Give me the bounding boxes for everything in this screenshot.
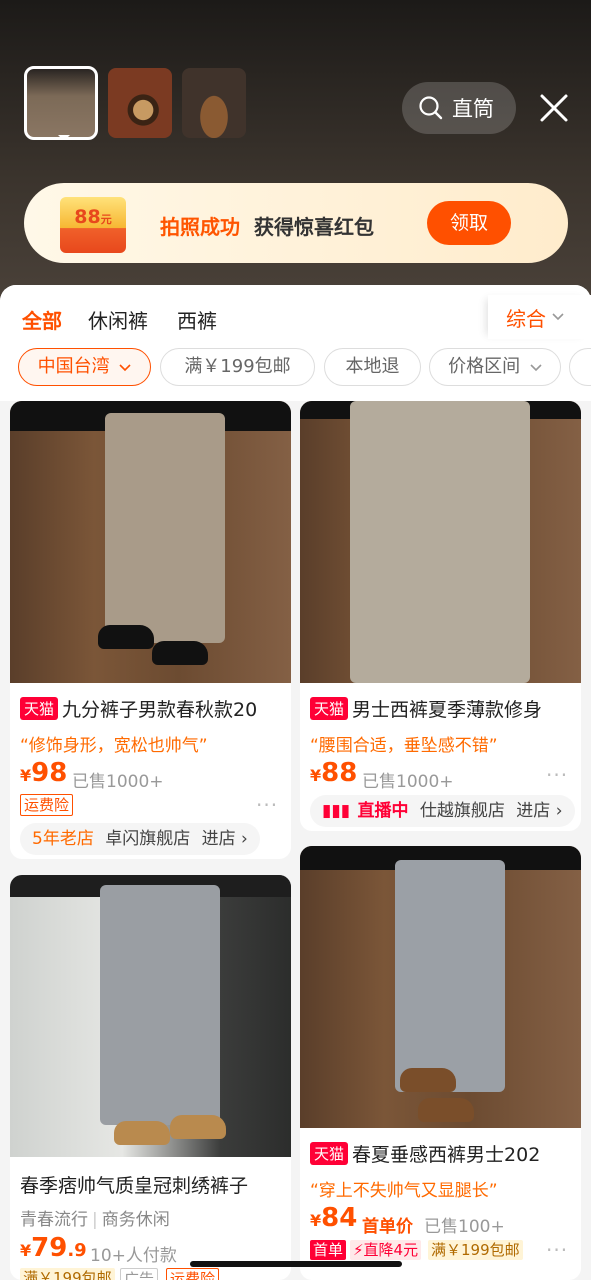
- product-card[interactable]: 春季痞帅气质皇冠刺绣裤子 青春流行 | 商务休闲 ¥79.9 10+人付款 满￥19…: [10, 875, 291, 1280]
- first-order-tag: 首单: [310, 1240, 347, 1260]
- sort-label: 综合: [506, 306, 546, 331]
- shop-age-label: 5年老店: [32, 829, 94, 849]
- shop-link[interactable]: 5年老店 卓闪旗舰店 进店 ›: [20, 823, 260, 855]
- product-price: ¥88: [310, 758, 357, 788]
- filter-region[interactable]: 中国台湾: [18, 348, 151, 386]
- currency-symbol: ¥: [310, 766, 322, 785]
- shop-name: 仕越旗舰店: [419, 801, 505, 821]
- product-card[interactable]: 天猫 春夏垂感西裤男士202 “穿上不失帅气又显腿长” ¥84 首单价 已售100…: [300, 846, 581, 1280]
- coupon-icon: 88元: [60, 197, 126, 253]
- red-packet-banner: 88元 拍照成功 获得惊喜红包 领取: [24, 183, 568, 263]
- more-options-icon[interactable]: ···: [256, 793, 278, 817]
- claim-button[interactable]: 领取: [427, 201, 511, 245]
- product-review-quote: “修饰身形，宽松也帅气”: [20, 736, 208, 756]
- paid-count: 10+人付款: [90, 1246, 177, 1266]
- close-icon[interactable]: [538, 92, 570, 124]
- more-options-icon[interactable]: ···: [546, 763, 568, 787]
- live-label: 直播中: [357, 801, 409, 821]
- sold-count: 已售1000+: [72, 772, 164, 792]
- filter-bar: 中国台湾 满￥199包邮 本地退 价格区间: [0, 347, 591, 401]
- sold-count: 已售1000+: [362, 772, 454, 792]
- filter-local-return[interactable]: 本地退: [324, 348, 421, 386]
- price-value: 79: [31, 1233, 68, 1263]
- filter-region-label: 中国台湾: [37, 356, 110, 377]
- product-price: ¥79.9: [20, 1233, 87, 1263]
- product-image: [300, 401, 581, 683]
- product-title: 天猫 九分裤子男款春秋款20: [20, 695, 291, 722]
- search-chip-label: 直筒: [452, 97, 494, 121]
- ad-tag: 广告: [120, 1268, 159, 1280]
- product-title: 天猫 男士西裤夏季薄款修身: [310, 695, 581, 722]
- price-value: 98: [31, 758, 68, 788]
- product-image: [300, 846, 581, 1128]
- price-value: 88: [321, 758, 358, 788]
- thumbnail-watch[interactable]: [108, 68, 172, 138]
- product-price: ¥98: [20, 758, 67, 788]
- sort-dropdown[interactable]: 综合: [488, 295, 591, 339]
- price-value: 84: [321, 1203, 358, 1233]
- filter-price-range-label: 价格区间: [448, 356, 521, 377]
- currency-symbol: ¥: [310, 1211, 322, 1230]
- style-tag: 商务休闲: [101, 1210, 170, 1230]
- product-title-text: 九分裤子男款春秋款20: [62, 699, 258, 721]
- more-options-icon[interactable]: ···: [546, 1238, 568, 1262]
- currency-symbol: ¥: [20, 766, 32, 785]
- product-image: [10, 875, 291, 1157]
- tmall-badge: 天猫: [310, 1142, 349, 1165]
- image-preview-header: 直筒 88元 拍照成功 获得惊喜红包 领取: [0, 0, 591, 300]
- live-shop-link[interactable]: ▮▮▮ 直播中 仕越旗舰店 进店 ›: [310, 795, 575, 827]
- tmall-badge: 天猫: [310, 697, 349, 720]
- live-icon: ▮▮▮: [322, 801, 351, 821]
- chevron-down-icon: [530, 364, 542, 372]
- tmall-badge: 天猫: [20, 697, 59, 720]
- banner-reward-text: 获得惊喜红包: [254, 215, 374, 239]
- free-shipping-tag: 满￥199包邮: [428, 1240, 523, 1260]
- enter-shop-label: 进店: [516, 801, 551, 821]
- currency-symbol: ¥: [20, 1241, 32, 1260]
- style-tags: 青春流行 | 商务休闲: [20, 1210, 170, 1230]
- filter-more[interactable]: [569, 348, 591, 386]
- product-title-text: 男士西裤夏季薄款修身: [352, 699, 543, 721]
- coupon-unit: 元: [100, 213, 112, 226]
- tab-all[interactable]: 全部: [22, 305, 62, 334]
- shipping-insurance-tag: 运费险: [20, 794, 74, 816]
- lightning-icon: ⚡: [353, 1241, 364, 1259]
- price-decimal: .9: [67, 1240, 87, 1261]
- banner-success-text: 拍照成功: [160, 215, 240, 239]
- chevron-right-icon: ›: [241, 829, 248, 849]
- product-price: ¥84: [310, 1203, 357, 1233]
- chevron-down-icon: [119, 364, 131, 372]
- tab-suit-pants[interactable]: 西裤: [177, 305, 217, 334]
- style-tag: 青春流行: [20, 1210, 88, 1230]
- product-review-quote: “腰围合适，垂坠感不错”: [310, 736, 498, 756]
- thumbnail-strip: [24, 66, 246, 140]
- filter-free-shipping[interactable]: 满￥199包邮: [160, 348, 315, 386]
- thumbnail-trousers[interactable]: [24, 66, 98, 140]
- category-tabs: 全部 休闲裤 西裤 综合: [0, 285, 591, 347]
- search-chip[interactable]: 直筒: [402, 82, 516, 134]
- first-order-price-label: 首单价: [362, 1217, 413, 1237]
- product-title: 天猫 春夏垂感西裤男士202: [310, 1140, 581, 1167]
- shop-name: 卓闪旗舰店: [105, 829, 191, 849]
- product-card[interactable]: 天猫 九分裤子男款春秋款20 “修饰身形，宽松也帅气” ¥98 已售1000+ 运…: [10, 401, 291, 859]
- coupon-amount: 88: [74, 206, 101, 228]
- free-shipping-tag: 满￥199包邮: [20, 1268, 115, 1280]
- product-title: 春季痞帅气质皇冠刺绣裤子: [20, 1175, 249, 1197]
- shipping-insurance-tag: 运费险: [166, 1268, 220, 1280]
- sold-count: 已售100+: [424, 1217, 505, 1237]
- chevron-down-icon: [552, 313, 564, 321]
- home-indicator: [190, 1261, 402, 1267]
- product-title-text: 春夏垂感西裤男士202: [352, 1144, 541, 1166]
- chevron-right-icon: ›: [555, 801, 563, 821]
- price-drop-tag: ⚡直降4元: [350, 1240, 422, 1260]
- product-image: [10, 401, 291, 683]
- tab-casual-pants[interactable]: 休闲裤: [88, 305, 148, 334]
- filter-price-range[interactable]: 价格区间: [429, 348, 561, 386]
- product-review-quote: “穿上不失帅气又显腿长”: [310, 1181, 498, 1201]
- search-icon: [419, 96, 443, 120]
- product-card[interactable]: 天猫 男士西裤夏季薄款修身 “腰围合适，垂坠感不错” ¥88 已售1000+ ··…: [300, 401, 581, 831]
- enter-shop-label: 进店: [201, 829, 236, 849]
- price-drop-text: 直降4元: [363, 1241, 419, 1259]
- thumbnail-loafer[interactable]: [182, 68, 246, 138]
